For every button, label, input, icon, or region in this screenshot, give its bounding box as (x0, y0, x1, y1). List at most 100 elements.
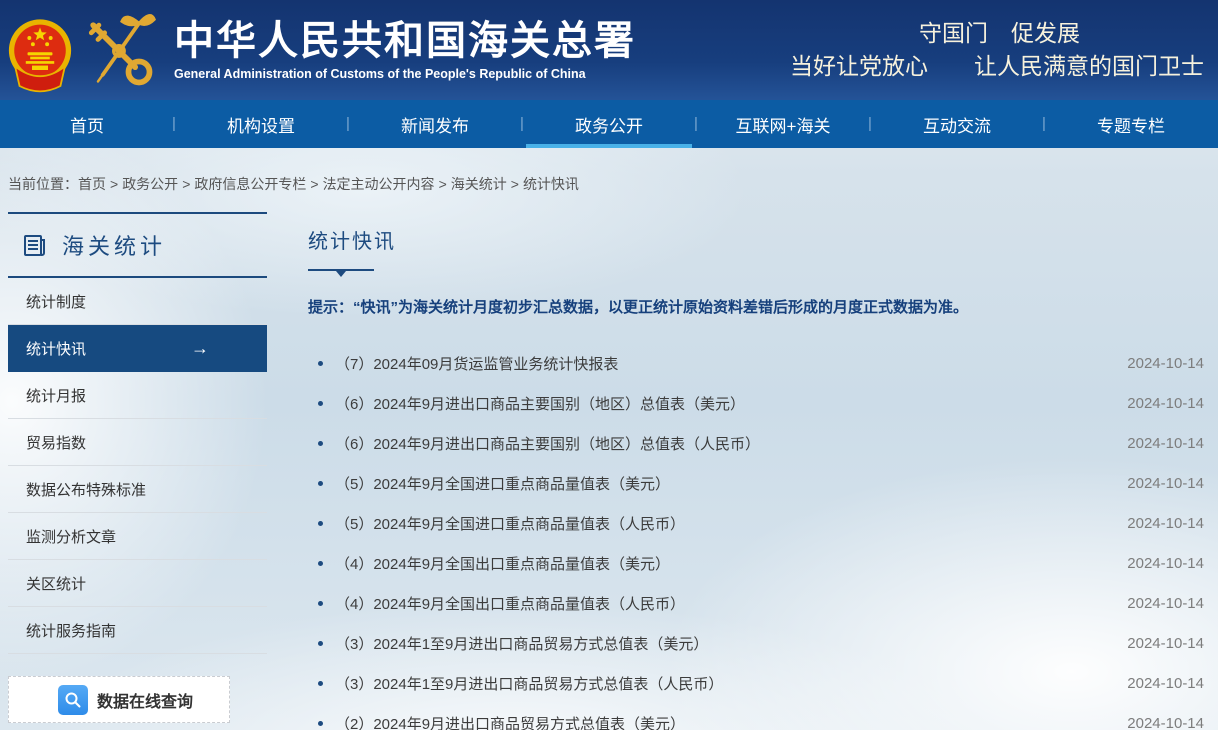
sidebar-item-label: 统计服务指南 (26, 620, 116, 641)
sidebar-item-label: 统计月报 (26, 385, 86, 406)
nav-item[interactable]: 互动交流 (870, 100, 1044, 148)
article-link[interactable]: （2）2024年9月进出口商品贸易方式总值表（美元） (335, 713, 685, 730)
article-date: 2024-10-14 (1127, 515, 1204, 532)
article-list: （7）2024年09月货运监管业务统计快报表2024-10-14（6）2024年… (308, 343, 1204, 730)
article-link[interactable]: （6）2024年9月进出口商品主要国别（地区）总值表（人民币） (335, 433, 760, 454)
nav-item[interactable]: 首页 (0, 100, 174, 148)
bullet-icon (318, 401, 323, 406)
breadcrumb-link[interactable]: 首页 (78, 176, 106, 192)
article-row: （3）2024年1至9月进出口商品贸易方式总值表（美元） 2024-10-14 (308, 623, 1204, 663)
bullet-icon (318, 681, 323, 686)
article-row: （4）2024年9月全国出口重点商品量值表（人民币） 2024-10-14 (308, 583, 1204, 623)
document-icon (22, 232, 48, 258)
article-link[interactable]: （7）2024年09月货运监管业务统计快报表 (335, 353, 618, 374)
bullet-icon (318, 721, 323, 726)
data-query-label: 数据在线查询 (97, 688, 193, 712)
breadcrumb-link[interactable]: 政府信息公开专栏 (194, 176, 306, 192)
article-row: （7）2024年09月货运监管业务统计快报表 2024-10-14 (308, 343, 1204, 383)
header-slogan: 守国门 促发展 当好让党放心 让人民满意的国门卫士 (790, 17, 1218, 84)
data-query-button[interactable]: 数据在线查询 (8, 676, 230, 723)
breadcrumb-separator: > (110, 176, 118, 192)
nav-item[interactable]: 新闻发布 (348, 100, 522, 148)
site-subtitle: General Administration of Customs of the… (174, 67, 636, 81)
national-emblem-icon (8, 11, 72, 97)
article-link[interactable]: （5）2024年9月全国进口重点商品量值表（美元） (335, 473, 670, 494)
bullet-icon (318, 561, 323, 566)
title-underline (308, 269, 374, 271)
site-header: 中华人民共和国海关总署 General Administration of Cu… (0, 0, 1218, 100)
article-link[interactable]: （3）2024年1至9月进出口商品贸易方式总值表（美元） (335, 633, 708, 654)
sidebar-item[interactable]: 监测分析文章 (8, 513, 267, 560)
breadcrumb-separator: > (511, 176, 519, 192)
sidebar-title: 海关统计 (62, 229, 166, 261)
main-panel: 统计快讯 提示：“快讯”为海关统计月度初步汇总数据，以更正统计原始资料差错后形成… (308, 212, 1204, 730)
sidebar-item[interactable]: 关区统计 (8, 560, 267, 607)
customs-logo-icon (76, 8, 160, 92)
sidebar-item-label: 统计制度 (26, 291, 86, 312)
sidebar-item-label: 贸易指数 (26, 432, 86, 453)
slogan-line-2: 当好让党放心 让人民满意的国门卫士 (790, 50, 1204, 83)
page: 中华人民共和国海关总署 General Administration of Cu… (0, 0, 1218, 730)
sidebar-item[interactable]: 统计制度 (8, 278, 267, 325)
page-title: 统计快讯 (308, 225, 1204, 254)
sidebar-item[interactable]: 统计快讯 → (8, 325, 267, 372)
article-row: （6）2024年9月进出口商品主要国别（地区）总值表（美元） 2024-10-14 (308, 383, 1204, 423)
bullet-icon (318, 361, 323, 366)
article-link[interactable]: （3）2024年1至9月进出口商品贸易方式总值表（人民币） (335, 673, 723, 694)
sidebar-item-label: 监测分析文章 (26, 526, 116, 547)
article-row: （4）2024年9月全国出口重点商品量值表（美元） 2024-10-14 (308, 543, 1204, 583)
nav-item[interactable]: 政务公开 (522, 100, 696, 148)
breadcrumb-link[interactable]: 统计快讯 (523, 176, 579, 192)
article-row: （5）2024年9月全国进口重点商品量值表（人民币） 2024-10-14 (308, 503, 1204, 543)
article-link[interactable]: （4）2024年9月全国出口重点商品量值表（人民币） (335, 593, 685, 614)
sidebar: 海关统计 统计制度统计快讯 → 统计月报贸易指数数据公布特殊标准监测分析文章关区统计… (8, 212, 267, 723)
article-date: 2024-10-14 (1127, 475, 1204, 492)
content-area: 海关统计 统计制度统计快讯→统计月报贸易指数数据公布特殊标准监测分析文章关区统计… (0, 212, 1218, 730)
article-row: （2）2024年9月进出口商品贸易方式总值表（美元） 2024-10-14 (308, 703, 1204, 730)
bullet-icon (318, 641, 323, 646)
sidebar-item-label: 关区统计 (26, 573, 86, 594)
sidebar-item-label: 统计快讯 (26, 338, 86, 359)
nav-item[interactable]: 专题专栏 (1044, 100, 1218, 148)
breadcrumb-link[interactable]: 政务公开 (122, 176, 178, 192)
nav-item[interactable]: 互联网+海关 (696, 100, 870, 148)
bullet-icon (318, 521, 323, 526)
article-link[interactable]: （6）2024年9月进出口商品主要国别（地区）总值表（美元） (335, 393, 745, 414)
article-date: 2024-10-14 (1127, 595, 1204, 612)
sidebar-item[interactable]: 统计服务指南 (8, 607, 267, 654)
slogan-line-1: 守国门 促发展 (790, 17, 1204, 50)
article-date: 2024-10-14 (1127, 435, 1204, 452)
site-title: 中华人民共和国海关总署 (174, 19, 636, 63)
bullet-icon (318, 441, 323, 446)
article-date: 2024-10-14 (1127, 395, 1204, 412)
article-date: 2024-10-14 (1127, 715, 1204, 730)
breadcrumb-items: 首页>政务公开>政府信息公开专栏>法定主动公开内容>海关统计>统计快讯 (78, 176, 579, 192)
breadcrumb-separator: > (182, 176, 190, 192)
search-icon (58, 685, 88, 715)
breadcrumb-separator: > (310, 176, 318, 192)
sidebar-item[interactable]: 统计月报 (8, 372, 267, 419)
breadcrumb-separator: > (439, 176, 447, 192)
nav-item[interactable]: 机构设置 (174, 100, 348, 148)
article-row: （5）2024年9月全国进口重点商品量值表（美元） 2024-10-14 (308, 463, 1204, 503)
article-link[interactable]: （4）2024年9月全国出口重点商品量值表（美元） (335, 553, 670, 574)
article-date: 2024-10-14 (1127, 635, 1204, 652)
breadcrumb-link[interactable]: 法定主动公开内容 (323, 176, 435, 192)
sidebar-item-label: 数据公布特殊标准 (26, 479, 146, 500)
article-date: 2024-10-14 (1127, 555, 1204, 572)
article-row: （3）2024年1至9月进出口商品贸易方式总值表（人民币） 2024-10-14 (308, 663, 1204, 703)
breadcrumb-prefix: 当前位置： (8, 176, 78, 192)
arrow-right-icon: → (191, 338, 209, 359)
article-link[interactable]: （5）2024年9月全国进口重点商品量值表（人民币） (335, 513, 685, 534)
article-row: （6）2024年9月进出口商品主要国别（地区）总值表（人民币） 2024-10-1… (308, 423, 1204, 463)
bullet-icon (318, 601, 323, 606)
article-date: 2024-10-14 (1127, 675, 1204, 692)
article-date: 2024-10-14 (1127, 355, 1204, 372)
main-nav: 首页机构设置新闻发布政务公开互联网+海关互动交流专题专栏 (0, 100, 1218, 148)
sidebar-item[interactable]: 数据公布特殊标准 (8, 466, 267, 513)
tip-text: 提示：“快讯”为海关统计月度初步汇总数据，以更正统计原始资料差错后形成的月度正式… (308, 296, 1204, 317)
breadcrumb-link[interactable]: 海关统计 (451, 176, 507, 192)
sidebar-menu: 统计制度统计快讯 → 统计月报贸易指数数据公布特殊标准监测分析文章关区统计统计服务指… (8, 278, 267, 654)
bullet-icon (318, 481, 323, 486)
sidebar-item[interactable]: 贸易指数 (8, 419, 267, 466)
